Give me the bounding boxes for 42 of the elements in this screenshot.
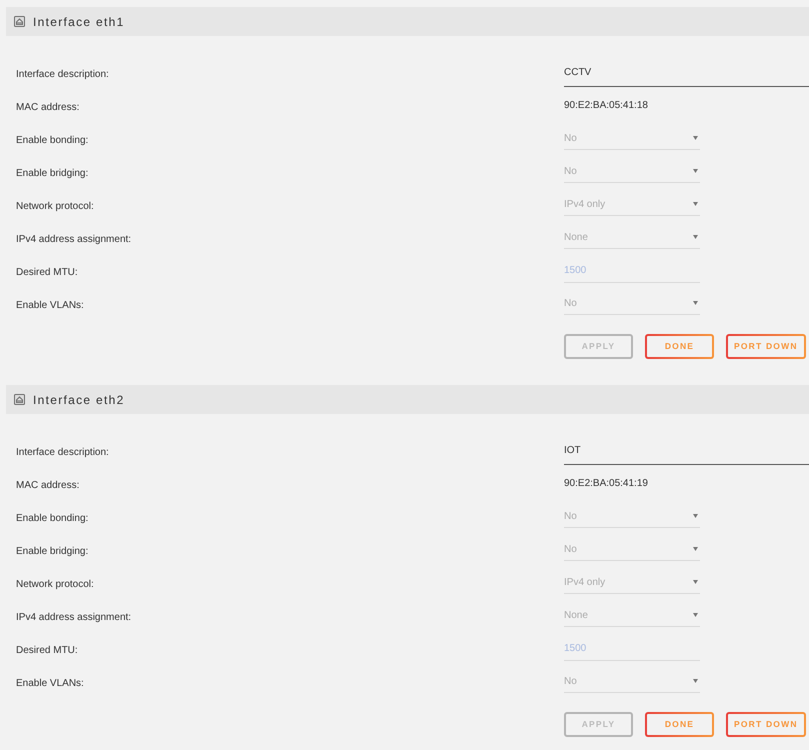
field-label: MAC address:	[16, 480, 80, 490]
action-button[interactable]: DONE	[645, 334, 714, 359]
port-icon	[14, 16, 25, 27]
field-label: Network protocol:	[16, 200, 94, 212]
caret-icon	[693, 679, 698, 683]
caret-icon	[693, 580, 698, 584]
field-label: Interface description:	[16, 446, 109, 458]
field-label: IPv4 address assignment:	[16, 612, 132, 622]
port-icon	[14, 394, 25, 405]
field-label: Desired MTU:	[16, 644, 78, 656]
caret-icon	[693, 613, 698, 617]
mac-address-value: 90:E2:BA:05:41:19	[564, 477, 648, 491]
field-label: Enable bridging:	[16, 168, 88, 178]
mac-address-value: 90:E2:BA:05:41:18	[564, 99, 648, 113]
field-label: MAC address:	[16, 102, 80, 112]
caret-icon	[693, 202, 698, 206]
caret-icon	[693, 235, 698, 239]
field-label: Enable bonding:	[16, 134, 88, 146]
field-label: Enable bonding:	[16, 512, 88, 524]
action-button[interactable]: PORT DOWN	[726, 334, 806, 359]
caret-icon	[693, 547, 698, 551]
text-input[interactable]: CCTV	[564, 58, 809, 86]
section-header[interactable]: Interface eth1	[6, 7, 809, 36]
text-input[interactable]: IOT	[564, 436, 809, 464]
field-label: Desired MTU:	[16, 266, 78, 278]
caret-icon	[693, 169, 698, 173]
mtu-input[interactable]: 1500	[564, 258, 700, 283]
action-button[interactable]: DONE	[645, 712, 714, 737]
field-label: Enable VLANs:	[16, 678, 84, 688]
field-label: Enable VLANs:	[16, 300, 84, 310]
mtu-input[interactable]: 1500	[564, 636, 700, 661]
caret-icon	[693, 514, 698, 518]
field-label: Interface description:	[16, 68, 109, 80]
field-label: Enable bridging:	[16, 546, 88, 556]
section-title: Interface eth2	[33, 392, 125, 408]
section-header[interactable]: Interface eth2	[6, 385, 809, 414]
caret-icon	[693, 301, 698, 305]
action-button[interactable]: PORT DOWN	[726, 712, 806, 737]
field-label: Network protocol:	[16, 578, 94, 590]
field-label: IPv4 address assignment:	[16, 234, 132, 244]
section-title: Interface eth1	[33, 14, 125, 30]
caret-icon	[693, 136, 698, 140]
